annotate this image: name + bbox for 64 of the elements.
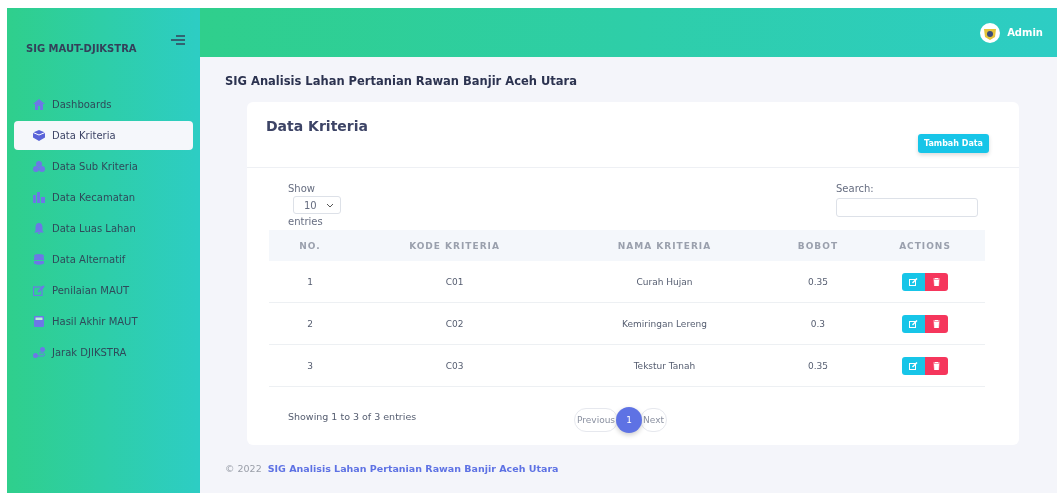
sidebar-item[interactable]: Penilaian MAUT	[14, 276, 193, 305]
table-cell: C01	[351, 261, 559, 303]
edit-icon	[33, 285, 45, 296]
entries-label: entries	[288, 216, 323, 227]
column-header: BOBOT	[770, 230, 865, 261]
sidebar-item[interactable]: Data Luas Lahan	[14, 214, 193, 243]
sidebar-item[interactable]: Data Kecamatan	[14, 183, 193, 212]
table-cell: 2	[269, 302, 351, 345]
edit-icon	[909, 319, 918, 328]
delete-button[interactable]	[925, 272, 948, 291]
brand-title: SIG MAUT-DJIKSTRA	[26, 43, 137, 54]
table-cell: 0.35	[770, 261, 865, 303]
table-cell: 1	[269, 261, 351, 303]
delete-button[interactable]	[925, 314, 948, 333]
next-button[interactable]: Next	[640, 408, 667, 432]
card-title: Data Kriteria	[266, 118, 368, 136]
trash-icon	[933, 319, 940, 328]
sidebar-item[interactable]: Hasil Akhir MAUT	[14, 307, 193, 336]
cubes-icon	[33, 161, 45, 172]
sidebar-item[interactable]: Jarak DJIKSTRA	[14, 338, 193, 367]
cube-icon	[33, 130, 45, 141]
previous-button[interactable]: Previous	[574, 408, 619, 432]
page-button[interactable]: 1	[616, 407, 643, 433]
table-cell: C02	[351, 302, 559, 345]
table-cell: Kemiringan Lereng	[558, 302, 771, 345]
search-field[interactable]	[836, 198, 978, 217]
home-icon	[33, 99, 45, 110]
search-label: Search:	[836, 183, 875, 194]
table-cell: 3	[269, 344, 351, 387]
sidebar-item[interactable]: Data Kriteria	[14, 121, 193, 150]
entries-info: Showing 1 to 3 of 3 entries	[288, 410, 418, 422]
database-icon	[33, 254, 45, 265]
sidebar-item[interactable]: Dashboards	[14, 90, 193, 119]
buildings-icon	[33, 192, 45, 203]
bell-icon	[33, 223, 45, 234]
edit-button[interactable]	[902, 272, 925, 291]
calculator-icon	[33, 316, 45, 327]
table-cell: 0.3	[770, 302, 865, 345]
column-header: NO.	[269, 230, 351, 261]
table-cell: Curah Hujan	[558, 261, 771, 303]
sidebar-item[interactable]: Data Sub Kriteria	[14, 152, 193, 181]
sidebar-item[interactable]: Data Alternatif	[14, 245, 193, 274]
emblem-icon[interactable]	[980, 22, 1001, 43]
menu-icon[interactable]	[171, 34, 185, 45]
copyright-text: © 2022	[225, 463, 262, 474]
edit-button[interactable]	[902, 314, 925, 333]
trash-icon	[933, 361, 940, 370]
table-cell: Tekstur Tanah	[558, 344, 771, 387]
page-title: SIG Analisis Lahan Pertanian Rawan Banjir Aceh Utara	[225, 74, 579, 88]
column-header: KODE KRITERIA	[351, 230, 559, 261]
show-label: Show	[288, 183, 315, 194]
delete-button[interactable]	[925, 356, 948, 375]
column-header: ACTIONS	[865, 230, 985, 261]
edit-button[interactable]	[902, 356, 925, 375]
table-cell: C03	[351, 344, 559, 387]
trash-icon	[933, 277, 940, 286]
column-header: NAMA KRITERIA	[558, 230, 771, 261]
route-icon	[33, 347, 45, 358]
chevron-icon	[326, 202, 334, 208]
entries-select[interactable]: 10	[293, 196, 341, 214]
edit-icon	[909, 361, 918, 370]
table-cell: 0.35	[770, 344, 865, 387]
footer-link[interactable]: SIG Analisis Lahan Pertanian Rawan Banjir Aceh Utara	[267, 463, 559, 474]
edit-icon	[909, 277, 918, 286]
